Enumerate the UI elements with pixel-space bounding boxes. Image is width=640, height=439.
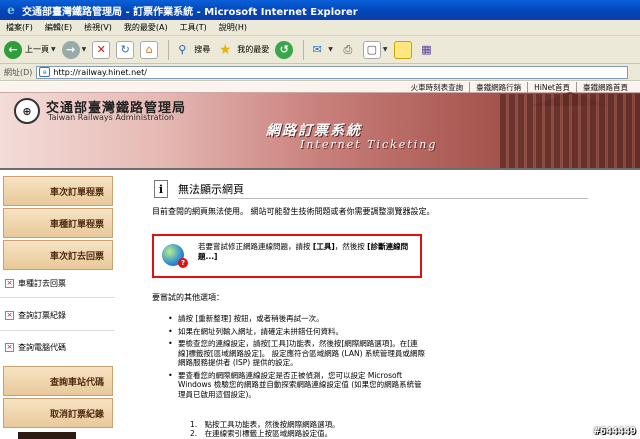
search-icon: ⚲ [178, 43, 187, 56]
mail-icon: ✉ [312, 43, 322, 56]
building-decoration [500, 94, 640, 170]
forward-button[interactable]: → ▼ [61, 39, 87, 61]
sidebar-btn-train-single[interactable]: 車次訂單程票 [3, 176, 113, 206]
list-item: 1. 點按工具功能表，然後按網際網路選項。 [190, 420, 340, 429]
edit-button[interactable]: ▢ ▼ [362, 39, 388, 61]
favorites-label: 我的最愛 [237, 45, 270, 54]
list-item: 請按 [重新整理] 按鈕，或者稍後再試一次。 [168, 314, 428, 324]
diagnose-text: 若要嘗試修正網路連線問題，請按 [工具]，然後按 [診斷連線問題...] [198, 242, 409, 261]
sidebar-btn-station-code[interactable]: 查詢車站代碼 [3, 366, 113, 396]
stop-button[interactable]: ✕ [92, 39, 111, 61]
window-title: 交通部臺灣鐵路管理局 - 訂票作業系統 - Microsoft Internet… [22, 6, 358, 18]
messenger-button[interactable]: ▦ [418, 39, 436, 61]
back-label: 上一頁 [25, 45, 49, 54]
tra-logo: ⊕ [14, 98, 40, 124]
list-item: 2. 在連線索引標籤上按區域網路設定值。 [190, 429, 333, 438]
system-title-en: Internet Ticketing [300, 138, 438, 151]
menu-file[interactable]: 檔案(F) [6, 22, 33, 33]
error-page: i 無法顯示網頁 目前查閱的網頁無法使用。 網站可能發生技術問題或者你需要調整瀏… [150, 170, 620, 439]
sidebar-photo [18, 432, 76, 439]
error-heading: 無法顯示網頁 [178, 183, 244, 196]
address-bar: 網址(D) e http://railway.hinet.net/ [0, 64, 640, 81]
menu-edit[interactable]: 編輯(E) [45, 22, 72, 33]
list-item: 如果在網址列輸入網址，請確定未拼錯任何資料。 [168, 327, 428, 337]
note-icon [393, 40, 412, 59]
broken-image-icon: × [5, 310, 14, 320]
back-arrow-icon: ← [4, 40, 22, 59]
back-button[interactable]: ← 上一頁 ▼ [4, 39, 56, 61]
sidebar-divider [0, 297, 115, 298]
menu-tools[interactable]: 工具(T) [180, 22, 207, 33]
org-name-en: Taiwan Railways Administration [48, 113, 174, 122]
top-nav: 火車時刻表查詢 臺鐵網路行銷 HiNet首頁 臺鐵網路首頁 [405, 82, 634, 93]
steps-list: 1. 點按工具功能表，然後按網際網路選項。 2. 在連線索引標籤上按區域網路設定… [190, 420, 430, 438]
sidebar-link-query-orders[interactable]: × 查詢訂票紀錄 [5, 306, 113, 324]
chevron-down-icon[interactable]: ▼ [82, 46, 87, 53]
mail-button[interactable]: ✉ ▼ [308, 39, 333, 61]
address-label: 網址(D) [4, 67, 33, 77]
broken-image-icon: × [5, 342, 14, 352]
error-intro: 目前查閱的網頁無法使用。 網站可能發生技術問題或者你需要調整瀏覽器設定。 [152, 207, 435, 216]
ie-logo-icon: e [7, 3, 15, 17]
chevron-down-icon[interactable]: ▼ [51, 46, 56, 53]
top-nav-hinet[interactable]: HiNet首頁 [527, 82, 576, 93]
sidebar-link-query-code[interactable]: × 查詢電腦代碼 [5, 338, 113, 356]
sidebar-link-label: 車種訂去回票 [18, 278, 66, 288]
list-item: 要檢查您的連線設定，請按[工具]功能表，然後按[網際網路選項]。在[連線]標籤按… [168, 339, 428, 368]
top-nav-marketing[interactable]: 臺鐵網路行銷 [469, 82, 527, 93]
favorites-button[interactable]: ★ 我的最愛 [216, 39, 269, 61]
window-title-bar: e 交通部臺灣鐵路管理局 - 訂票作業系統 - Microsoft Intern… [0, 0, 640, 20]
menu-bar: 檔案(F) 編輯(E) 檢視(V) 我的最愛(A) 工具(T) 說明(H) [0, 20, 640, 36]
sidebar-btn-train-roundtrip[interactable]: 車次訂去回票 [3, 240, 113, 270]
chevron-down-icon[interactable]: ▼ [383, 46, 388, 53]
address-input[interactable]: e http://railway.hinet.net/ [36, 65, 629, 79]
research-icon: ▦ [421, 43, 432, 56]
diagnose-box: ? 若要嘗試修正網路連線問題，請按 [工具]，然後按 [診斷連線問題...] [152, 234, 422, 278]
broken-image-icon: × [5, 278, 14, 288]
forward-arrow-icon: → [61, 40, 80, 59]
top-nav-timetable[interactable]: 火車時刻表查詢 [405, 82, 470, 93]
home-button[interactable]: ⌂ [140, 39, 159, 61]
home-icon: ⌂ [140, 40, 159, 59]
info-icon: i [154, 180, 168, 198]
system-title: 網路訂票系統 [266, 123, 362, 139]
top-nav-railway-home[interactable]: 臺鐵網路首頁 [576, 82, 634, 93]
menu-view[interactable]: 檢視(V) [84, 22, 112, 33]
menu-favorites[interactable]: 我的最愛(A) [124, 22, 168, 33]
page-content: 火車時刻表查詢 臺鐵網路行銷 HiNet首頁 臺鐵網路首頁 ⊕ 交通部臺灣鐵路管… [0, 82, 640, 439]
error-badge-icon: ? [178, 258, 188, 268]
print-button[interactable]: ⎙ [339, 39, 357, 61]
star-icon: ★ [218, 41, 232, 58]
toolbar-separator [303, 39, 305, 60]
options-list: 請按 [重新整理] 按鈕，或者稍後再試一次。 如果在網址列輸入網址，請確定未拼錯… [168, 314, 428, 402]
edit-icon: ▢ [362, 40, 381, 59]
sidebar-link-label: 查詢訂票紀錄 [18, 310, 66, 320]
sidebar-divider [0, 330, 115, 331]
watermark-text: #644449 [593, 426, 636, 437]
menu-help[interactable]: 說明(H) [219, 22, 247, 33]
page-icon: e [39, 67, 51, 77]
sidebar: 車次訂單程票 車種訂單程票 車次訂去回票 × 車種訂去回票 × 查詢訂票紀錄 ×… [0, 170, 115, 439]
printer-icon: ⎙ [343, 42, 353, 56]
sidebar-btn-cancel-order[interactable]: 取消訂票紀錄 [3, 398, 113, 428]
sidebar-link-label: 查詢電腦代碼 [18, 342, 66, 352]
site-header-banner: 火車時刻表查詢 臺鐵網路行銷 HiNet首頁 臺鐵網路首頁 ⊕ 交通部臺灣鐵路管… [0, 82, 640, 170]
search-label: 搜尋 [194, 45, 211, 54]
toolbar: ← 上一頁 ▼ → ▼ ✕ ↻ ⌂ ⚲ 搜尋 ★ 我的最愛 ↺ ✉ ▼ ⎙ ▢ … [0, 36, 640, 64]
toolbar-separator [168, 39, 170, 60]
refresh-button[interactable]: ↻ [116, 39, 135, 61]
list-item: 要查看您的網際網路連線設定是否正被偵測，您可以設定 Microsoft Wind… [168, 371, 428, 400]
refresh-icon: ↻ [116, 40, 135, 59]
history-button[interactable]: ↺ [275, 39, 294, 61]
address-url: http://railway.hinet.net/ [53, 67, 147, 77]
sidebar-link-type-roundtrip[interactable]: × 車種訂去回票 [5, 274, 113, 292]
discuss-button[interactable] [393, 39, 412, 61]
other-options-heading: 要嘗試的其他選項： [152, 293, 224, 302]
search-button[interactable]: ⚲ 搜尋 [173, 39, 210, 61]
heading-rule [178, 198, 588, 199]
chevron-down-icon[interactable]: ▼ [328, 46, 333, 53]
stop-icon: ✕ [92, 40, 111, 59]
sidebar-btn-type-single[interactable]: 車種訂單程票 [3, 208, 113, 238]
history-icon: ↺ [275, 40, 294, 59]
